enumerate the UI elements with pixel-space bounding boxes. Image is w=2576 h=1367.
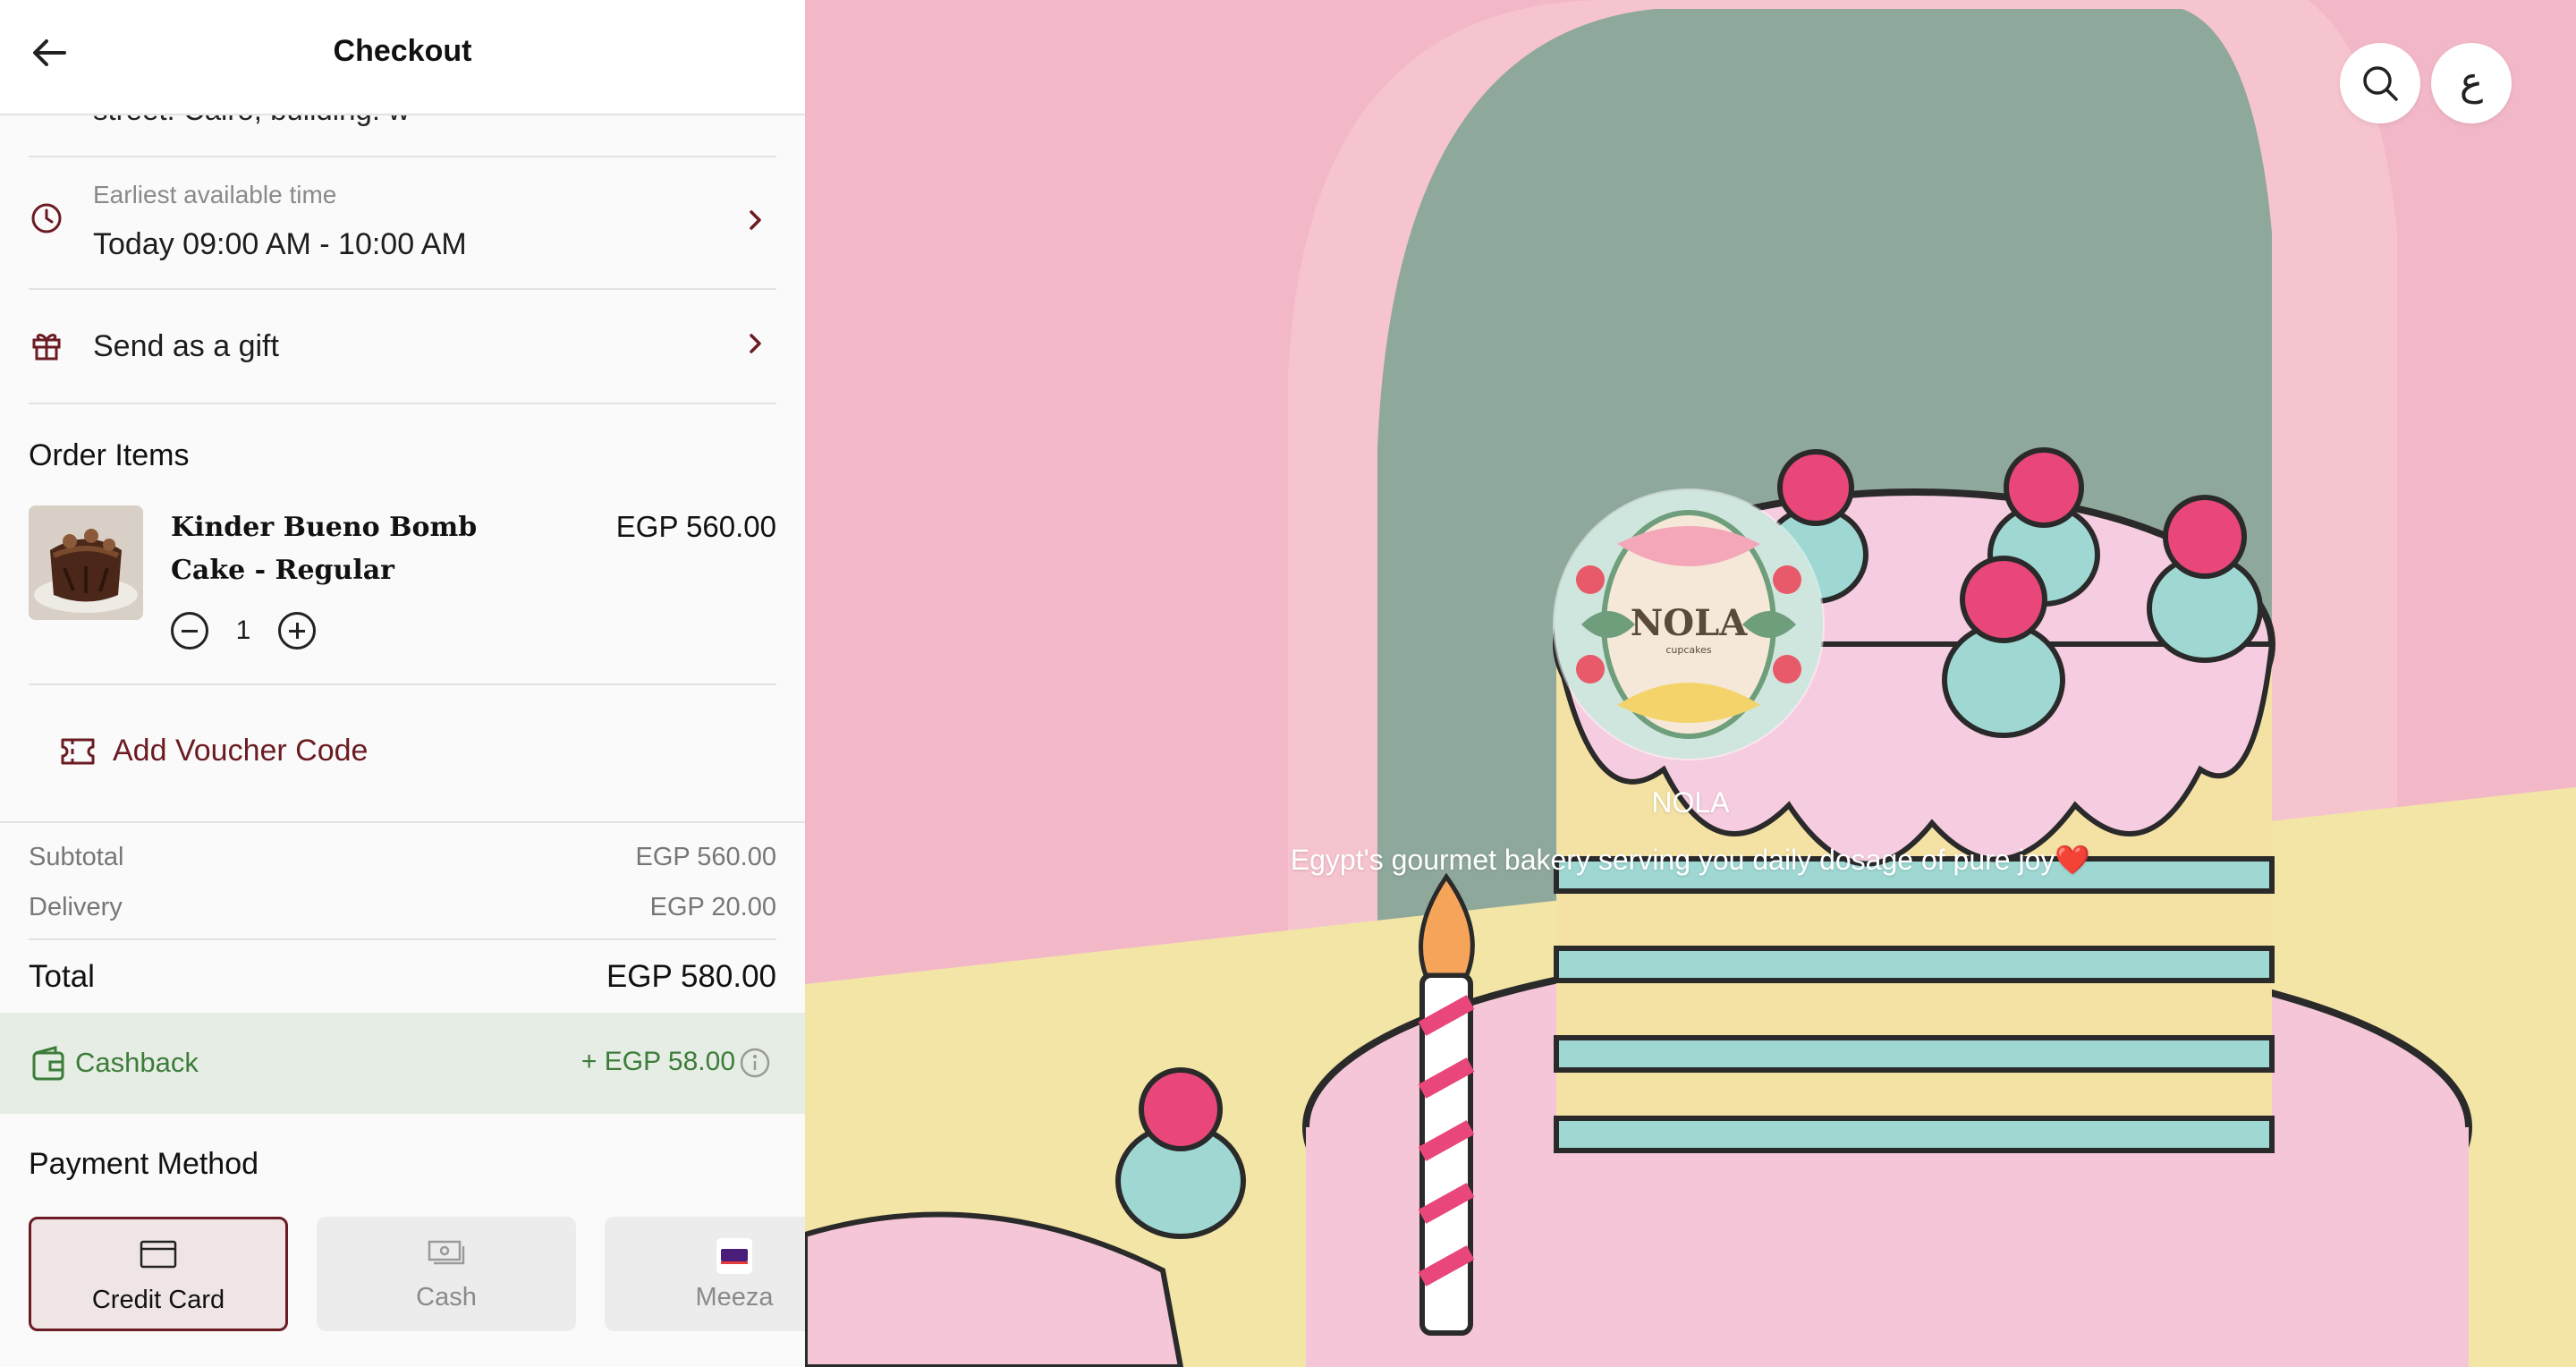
meeza-logo [716, 1238, 752, 1274]
delivery-time-row[interactable]: Earliest available time Today 09:00 AM -… [29, 156, 776, 290]
language-label: ع [2459, 59, 2484, 105]
total-row: Total EGP 580.00 [29, 959, 776, 995]
total-value: EGP 580.00 [606, 959, 776, 994]
divider [29, 684, 776, 685]
product-thumbnail [29, 505, 143, 620]
cashback-label: Cashback [75, 1047, 199, 1078]
subtotal-row: Subtotal EGP 560.00 [29, 843, 776, 872]
divider [29, 938, 776, 940]
search-icon [2363, 66, 2398, 101]
add-voucher-button[interactable]: Add Voucher Code [59, 734, 368, 768]
total-label: Total [29, 959, 95, 994]
page-title: Checkout [333, 34, 472, 68]
payment-option-label: Credit Card [91, 1286, 225, 1314]
product-price: EGP 560.00 [615, 510, 776, 543]
language-toggle-button[interactable]: ع [2431, 43, 2512, 123]
order-items-title: Order Items [29, 438, 190, 472]
payment-method-title: Payment Method [29, 1147, 259, 1181]
chevron-right-icon [750, 210, 761, 230]
checkout-panel: Checkout street: Cairo, building: w Earl… [0, 0, 806, 1367]
quantity-stepper: 1 [171, 612, 316, 650]
chevron-right-icon [750, 334, 761, 353]
payment-option-label: Cash [416, 1283, 477, 1312]
delivery-fee-label: Delivery [29, 893, 123, 921]
subtotal-label: Subtotal [29, 843, 124, 871]
svg-text:NOLA: NOLA [1631, 602, 1749, 644]
delivery-fee-row: Delivery EGP 20.00 [29, 893, 776, 922]
gift-icon [32, 334, 61, 361]
ticket-icon [61, 738, 95, 764]
plus-icon[interactable] [278, 612, 316, 650]
svg-text:cupcakes: cupcakes [1665, 644, 1712, 656]
delivery-fee-value: EGP 20.00 [649, 893, 776, 921]
store-logo: NOLA cupcakes [1555, 490, 1823, 759]
checkout-header: Checkout [0, 0, 805, 115]
add-voucher-label: Add Voucher Code [113, 734, 369, 768]
clock-icon [31, 203, 62, 233]
cash-icon [428, 1240, 465, 1265]
info-icon[interactable] [739, 1047, 771, 1079]
store-hero: ع NOLA cupcakes NOLA Egypt's gourmet bak… [805, 0, 2576, 1367]
product-name: Kinder Bueno Bomb Cake - Regular [171, 512, 478, 586]
delivery-time-value: Today 09:00 AM - 10:00 AM [93, 227, 467, 261]
payment-option-credit-card[interactable]: Credit Card [29, 1217, 288, 1331]
delivery-time-label: Earliest available time [93, 181, 337, 208]
quantity-value: 1 [235, 616, 251, 645]
cashback-banner: Cashback + EGP 58.00 [0, 1013, 805, 1114]
payment-option-cash[interactable]: Cash [317, 1217, 576, 1331]
divider [0, 821, 805, 823]
minus-icon[interactable] [171, 612, 208, 650]
credit-card-icon [140, 1240, 177, 1269]
send-gift-label: Send as a gift [93, 329, 279, 363]
store-tagline: Egypt's gourmet bakery serving you daily… [1290, 844, 2091, 876]
send-gift-row[interactable]: Send as a gift [29, 288, 776, 404]
store-name: NOLA [1651, 786, 1730, 819]
cashback-value: + EGP 58.00 [580, 1047, 735, 1076]
search-button[interactable] [2340, 43, 2420, 123]
payment-option-label: Meeza [695, 1283, 774, 1312]
payment-option-meeza[interactable]: Meeza [605, 1217, 805, 1331]
subtotal-value: EGP 560.00 [635, 843, 776, 871]
wallet-icon [32, 1046, 64, 1081]
